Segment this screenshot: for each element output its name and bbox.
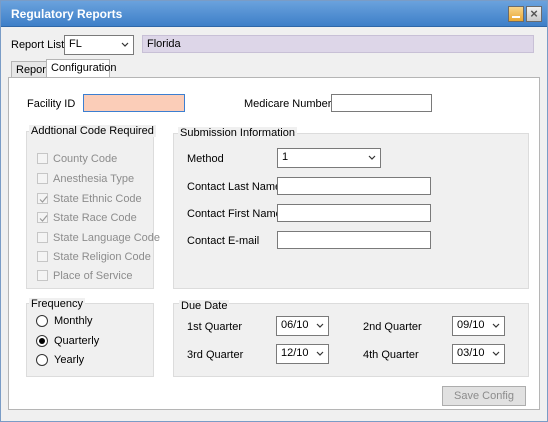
- anesthesia-type-checkbox[interactable]: [37, 173, 48, 184]
- tab-configuration-label: Configuration: [51, 62, 117, 74]
- county-code-label: County Code: [53, 153, 118, 165]
- due-date-group: [173, 303, 529, 377]
- save-config-button[interactable]: Save Config: [442, 386, 526, 406]
- q4-select[interactable]: 03/10: [452, 344, 505, 364]
- state-language-code-label: State Language Code: [53, 232, 161, 244]
- contact-email-input[interactable]: [277, 231, 431, 249]
- monthly-label: Monthly: [54, 315, 93, 327]
- contact-last-name-input[interactable]: [277, 177, 431, 195]
- frequency-title: Frequency: [29, 298, 85, 310]
- save-config-label: Save Config: [454, 390, 514, 402]
- yearly-label: Yearly: [54, 354, 85, 366]
- state-race-code-label: State Race Code: [53, 212, 137, 224]
- anesthesia-type-label: Anesthesia Type: [53, 173, 135, 185]
- window-title: Regulatory Reports: [11, 7, 123, 21]
- facility-id-label: Facility ID: [27, 98, 76, 110]
- chevron-down-icon: [121, 42, 129, 47]
- q2-select[interactable]: 09/10: [452, 316, 505, 336]
- due-date-title: Due Date: [179, 300, 230, 312]
- checkmark-icon: [39, 196, 48, 203]
- close-icon[interactable]: ×: [526, 6, 542, 22]
- chevron-down-icon: [492, 323, 500, 328]
- contact-first-name-input[interactable]: [277, 204, 431, 222]
- county-code-checkbox[interactable]: [37, 153, 48, 164]
- submission-info-title: Submission Information: [178, 127, 297, 139]
- state-ethnic-code-checkbox[interactable]: [37, 193, 48, 204]
- quarterly-label: Quarterly: [54, 335, 100, 347]
- state-ethnic-code-label: State Ethnic Code: [53, 193, 142, 205]
- contact-email-label: Contact E-mail: [187, 235, 260, 247]
- chevron-down-icon: [492, 351, 500, 356]
- state-race-code-checkbox[interactable]: [37, 212, 48, 223]
- q1-select[interactable]: 06/10: [276, 316, 329, 336]
- q3-select[interactable]: 12/10: [276, 344, 329, 364]
- state-religion-code-checkbox[interactable]: [37, 251, 48, 262]
- tab-report-label: Report: [16, 64, 50, 76]
- chevron-down-icon: [316, 351, 324, 356]
- place-of-service-label: Place of Service: [53, 270, 133, 282]
- medicare-number-label: Medicare Number: [244, 98, 332, 110]
- report-list-value: FL: [69, 38, 82, 50]
- tab-configuration[interactable]: Configuration: [46, 59, 116, 79]
- state-religion-code-label: State Religion Code: [53, 251, 151, 263]
- quarterly-radio[interactable]: [36, 335, 48, 347]
- q2-value: 09/10: [457, 319, 485, 331]
- title-bar: Regulatory Reports ×: [1, 1, 547, 27]
- contact-first-name-label: Contact First Name: [187, 208, 282, 220]
- chevron-down-icon: [316, 323, 324, 328]
- state-language-code-checkbox[interactable]: [37, 232, 48, 243]
- q3-label: 3rd Quarter: [187, 349, 244, 361]
- chevron-down-icon: [368, 155, 376, 160]
- additional-codes-title: Addtional Code Required: [29, 125, 156, 137]
- monthly-radio[interactable]: [36, 315, 48, 327]
- report-state-name: Florida: [142, 35, 534, 53]
- regulatory-reports-window: Regulatory Reports × Report List FL Flor…: [0, 0, 548, 422]
- method-label: Method: [187, 153, 224, 165]
- report-list-select[interactable]: FL: [64, 35, 134, 55]
- contact-last-name-label: Contact Last Name: [187, 181, 282, 193]
- yearly-radio[interactable]: [36, 354, 48, 366]
- q4-label: 4th Quarter: [363, 349, 419, 361]
- method-select[interactable]: 1: [277, 148, 381, 168]
- checkmark-icon: [39, 215, 48, 222]
- q4-value: 03/10: [457, 347, 485, 359]
- q3-value: 12/10: [281, 347, 309, 359]
- facility-id-input[interactable]: [83, 94, 185, 112]
- report-state-name-text: Florida: [147, 38, 181, 50]
- minimize-icon[interactable]: [508, 6, 524, 22]
- q1-label: 1st Quarter: [187, 321, 243, 333]
- report-list-label: Report List: [11, 39, 65, 51]
- q2-label: 2nd Quarter: [363, 321, 422, 333]
- medicare-number-input[interactable]: [331, 94, 432, 112]
- method-value: 1: [282, 151, 289, 163]
- place-of-service-checkbox[interactable]: [37, 270, 48, 281]
- q1-value: 06/10: [281, 319, 309, 331]
